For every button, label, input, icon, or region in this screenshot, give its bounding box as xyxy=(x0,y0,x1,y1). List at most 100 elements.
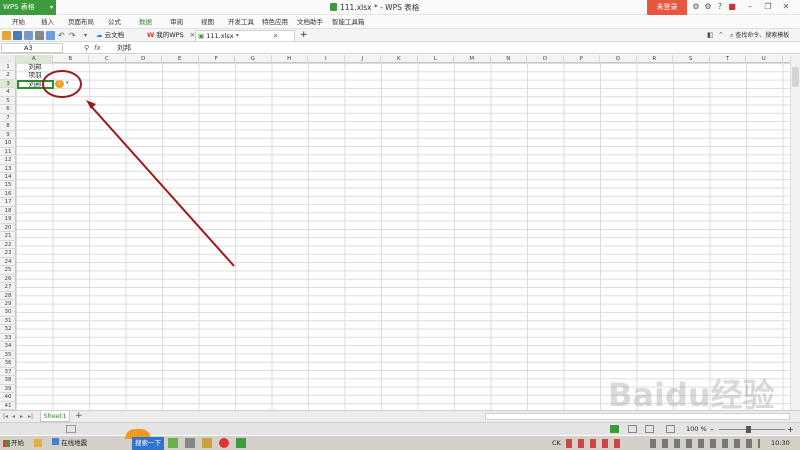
row-header-37[interactable]: 37 xyxy=(0,368,16,377)
taskbar-app-icon[interactable] xyxy=(168,438,178,448)
column-header-q[interactable]: Q xyxy=(600,55,637,63)
column-header-u[interactable]: U xyxy=(746,55,783,63)
row-header-28[interactable]: 28 xyxy=(0,292,16,300)
row-header-30[interactable]: 30 xyxy=(0,308,16,317)
row-header-7[interactable]: 7 xyxy=(0,114,16,123)
page-layout-view-icon[interactable] xyxy=(628,425,637,433)
tab-my-wps[interactable]: W 我的WPS ✕ xyxy=(145,30,195,41)
select-all-corner[interactable] xyxy=(0,55,16,63)
zoom-slider[interactable] xyxy=(719,429,785,430)
row-header-3[interactable]: 3 xyxy=(0,79,16,89)
column-header-n[interactable]: N xyxy=(491,55,527,63)
tray-icons[interactable] xyxy=(650,439,760,448)
menu-data[interactable]: 数据 xyxy=(139,16,152,28)
row-header-33[interactable]: 33 xyxy=(0,334,16,343)
row-header-35[interactable]: 35 xyxy=(0,351,16,360)
column-header-e[interactable]: E xyxy=(162,55,199,63)
tray-icons[interactable] xyxy=(566,439,626,448)
taskbar-wps-icon[interactable] xyxy=(236,438,246,448)
formula-input[interactable]: 刘邦 xyxy=(117,42,131,54)
column-header-d[interactable]: D xyxy=(126,55,162,63)
row-header-40[interactable]: 40 xyxy=(0,393,16,402)
add-sheet-button[interactable]: + xyxy=(75,411,83,422)
normal-view-icon[interactable] xyxy=(610,425,619,433)
row-header-41[interactable]: 41 xyxy=(0,402,16,410)
save-icon[interactable] xyxy=(13,31,22,40)
column-header-m[interactable]: M xyxy=(454,55,491,63)
row-header-16[interactable]: 16 xyxy=(0,190,16,199)
new-tab-button[interactable]: + xyxy=(298,30,308,41)
settings-icon[interactable]: ⚙ xyxy=(703,2,713,12)
minimize-icon[interactable]: – xyxy=(745,2,755,12)
zoom-slider-thumb[interactable] xyxy=(746,426,751,433)
vertical-scrollbar[interactable] xyxy=(790,55,800,410)
cell-a2[interactable]: 项羽 xyxy=(17,71,53,79)
close-tab-icon[interactable]: ✕ xyxy=(273,32,278,40)
export-icon[interactable] xyxy=(24,31,33,40)
menu-developer[interactable]: 开发工具 xyxy=(228,16,254,28)
row-header-27[interactable]: 27 xyxy=(0,283,16,292)
column-header-o[interactable]: O xyxy=(527,55,564,63)
column-header-r[interactable]: R xyxy=(637,55,673,63)
column-header-i[interactable]: I xyxy=(308,55,345,63)
feedback-icon[interactable]: ■ xyxy=(727,2,737,12)
column-header-c[interactable]: C xyxy=(89,55,126,63)
redo-icon[interactable]: ↷ xyxy=(69,31,78,40)
column-header-l[interactable]: L xyxy=(418,55,454,63)
start-button[interactable]: 开始 xyxy=(1,437,29,450)
menu-page-layout[interactable]: 页面布局 xyxy=(68,16,94,28)
row-header-2[interactable]: 2 xyxy=(0,71,16,80)
sheet-nav-last-icon[interactable]: ▸| xyxy=(28,411,33,422)
horizontal-scrollbar[interactable] xyxy=(485,413,790,420)
column-header-t[interactable]: T xyxy=(710,55,746,63)
row-header-38[interactable]: 38 xyxy=(0,376,16,385)
app-menu-button[interactable]: WPS 表格 ▾ xyxy=(0,0,56,15)
row-header-23[interactable]: 23 xyxy=(0,249,16,258)
insert-function-button[interactable]: fx xyxy=(94,42,101,54)
menu-view[interactable]: 视图 xyxy=(201,16,214,28)
menu-formula[interactable]: 公式 xyxy=(108,16,121,28)
row-header-21[interactable]: 21 xyxy=(0,232,16,241)
search-button[interactable]: 搜索一下 xyxy=(132,437,164,450)
menu-doc-assistant[interactable]: 文档助手 xyxy=(297,16,323,28)
column-header-h[interactable]: H xyxy=(272,55,308,63)
sheet-nav-prev-icon[interactable]: ◂ xyxy=(12,411,15,422)
row-header-29[interactable]: 29 xyxy=(0,300,16,309)
minimize-ribbon-icon[interactable]: ⌃ xyxy=(718,31,727,40)
column-header-s[interactable]: S xyxy=(673,55,710,63)
row-header-12[interactable]: 12 xyxy=(0,156,16,165)
row-header-15[interactable]: 15 xyxy=(0,181,16,190)
row-header-34[interactable]: 34 xyxy=(0,342,16,351)
row-header-20[interactable]: 20 xyxy=(0,224,16,233)
row-header-22[interactable]: 22 xyxy=(0,241,16,250)
row-header-18[interactable]: 18 xyxy=(0,207,16,216)
taskbar-app-icon[interactable] xyxy=(34,439,42,447)
restore-icon[interactable]: ❐ xyxy=(763,2,773,12)
sheet-nav-first-icon[interactable]: |◂ xyxy=(3,411,8,422)
menu-features[interactable]: 特色应用 xyxy=(262,16,288,28)
row-header-31[interactable]: 31 xyxy=(0,317,16,326)
chevron-down-icon[interactable]: ▾ xyxy=(66,80,69,86)
row-header-19[interactable]: 19 xyxy=(0,215,16,224)
taskbar-app-icon[interactable] xyxy=(219,438,229,448)
row-header-13[interactable]: 13 xyxy=(0,165,16,173)
print-icon[interactable] xyxy=(35,31,44,40)
column-header-j[interactable]: J xyxy=(345,55,381,63)
vscroll-thumb[interactable] xyxy=(792,67,799,87)
menu-smart-toolbox[interactable]: 智能工具箱 xyxy=(332,16,365,28)
taskbar-item-earthquake[interactable]: 在线地震 xyxy=(52,437,87,450)
skin-icon[interactable]: ◧ xyxy=(707,31,716,40)
taskbar-app-icon[interactable] xyxy=(202,438,212,448)
column-header-a[interactable]: A xyxy=(16,55,53,63)
cell-a1[interactable]: 刘邦 xyxy=(17,63,53,71)
tab-file-111[interactable]: ▣ 111.xlsx * ✕ xyxy=(195,30,295,41)
column-header-k[interactable]: K xyxy=(381,55,418,63)
cell-grid[interactable] xyxy=(16,63,790,410)
name-box[interactable]: A3 xyxy=(1,43,63,53)
sheet-tab-sheet1[interactable]: Sheet1 xyxy=(40,411,70,422)
command-search[interactable]: ⌕ 查找命令、搜索模板 xyxy=(730,31,798,41)
row-header-6[interactable]: 6 xyxy=(0,105,16,114)
tab-cloud-docs[interactable]: ☁ 云文档 xyxy=(94,30,124,41)
chevron-down-icon[interactable]: ▾ xyxy=(84,31,93,40)
preview-icon[interactable] xyxy=(46,31,55,40)
